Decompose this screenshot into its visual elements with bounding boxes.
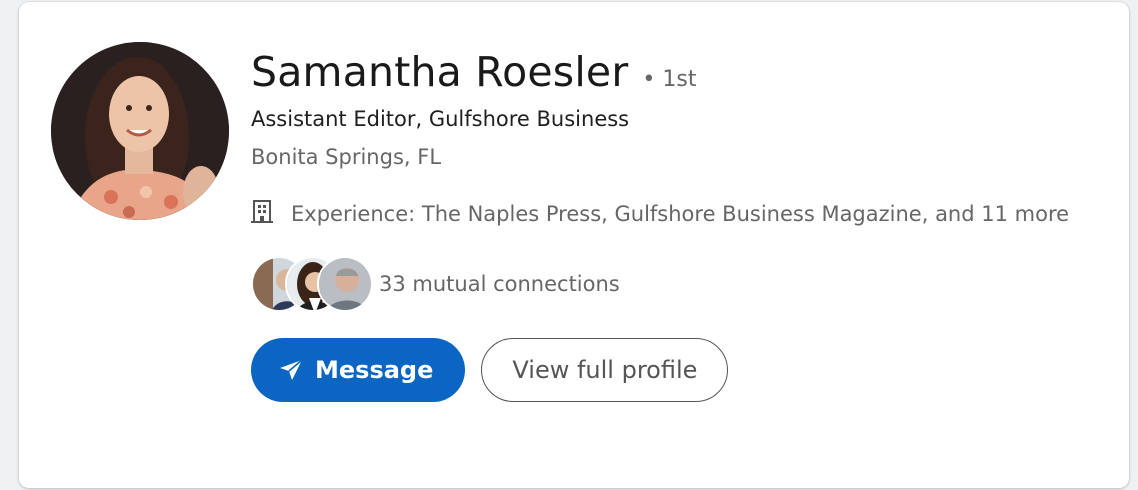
name-row: Samantha Roesler • 1st — [251, 42, 1101, 102]
profile-info: Samantha Roesler • 1st Assistant Editor,… — [251, 42, 1101, 402]
view-full-profile-button[interactable]: View full profile — [481, 338, 729, 402]
profile-photo-icon — [51, 42, 229, 220]
message-button-label: Message — [315, 356, 434, 384]
profile-avatar[interactable] — [51, 42, 229, 220]
experience-summary: Experience: The Naples Press, Gulfshore … — [251, 194, 1101, 234]
experience-text: Experience: The Naples Press, Gulfshore … — [291, 202, 1070, 226]
connection-degree: • 1st — [642, 67, 697, 92]
send-icon — [279, 359, 303, 381]
profile-name[interactable]: Samantha Roesler — [251, 42, 628, 102]
profile-location: Bonita Springs, FL — [251, 145, 442, 169]
building-icon — [251, 199, 275, 234]
message-button[interactable]: Message — [251, 338, 466, 402]
card-actions: Message View full profile — [251, 338, 1101, 402]
mutual-connections[interactable]: 33 mutual connections — [251, 254, 1101, 314]
mutual-avatar — [317, 256, 373, 312]
mutual-connections-text[interactable]: 33 mutual connections — [379, 272, 620, 296]
mutual-avatars — [251, 254, 375, 314]
profile-hover-card: Samantha Roesler • 1st Assistant Editor,… — [19, 2, 1129, 488]
